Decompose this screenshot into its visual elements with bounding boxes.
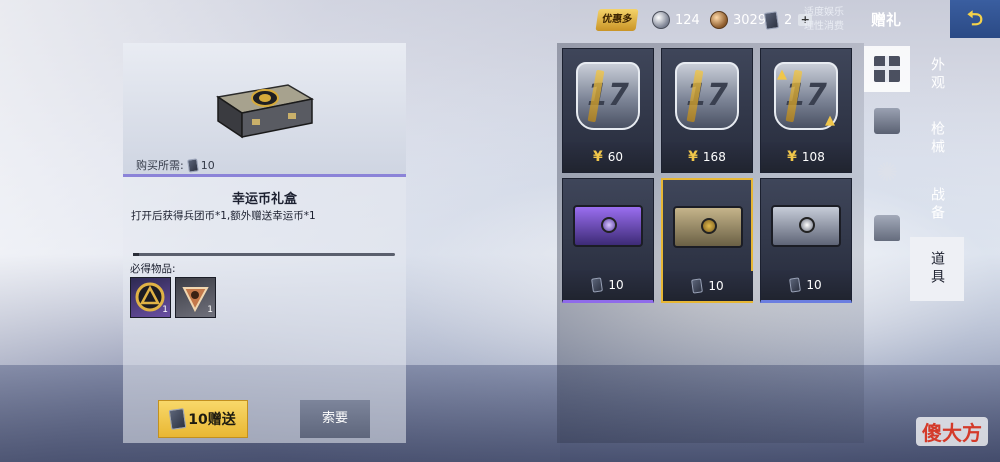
item-price: 10 bbox=[563, 270, 653, 300]
upgrade-arrow-icon: ▲ bbox=[825, 113, 835, 128]
promo-button[interactable]: 优惠多 bbox=[595, 9, 639, 31]
item-price: ¥ 168 bbox=[662, 142, 752, 172]
tab-appearance[interactable]: 外观 bbox=[910, 43, 964, 107]
item-grid: 17 ¥ 60 17 ¥ 168 17 ▲ ▲ ¥ 108 10 10 10 bbox=[557, 43, 864, 443]
health-notice: 适度娱乐 理性消费 bbox=[804, 6, 844, 34]
price-value: 60 bbox=[607, 150, 624, 164]
item-description: 打开后获得兵团币*1,额外赠送幸运币*1 bbox=[131, 210, 316, 222]
divider bbox=[133, 253, 395, 256]
item-thumb bbox=[761, 179, 851, 272]
card-icon bbox=[789, 277, 802, 293]
guaranteed-item-legion-coin[interactable]: 1 bbox=[130, 277, 171, 318]
price-requirement: 购买所需: 10 bbox=[136, 157, 215, 173]
card-icon bbox=[763, 10, 780, 30]
grid-item-2[interactable]: 17 ¥ 168 bbox=[661, 48, 753, 173]
upgrade-arrow-icon: ▲ bbox=[777, 67, 787, 82]
item-count: 1 bbox=[207, 305, 213, 315]
notice-line-2: 理性消费 bbox=[804, 21, 844, 32]
send-gift-button[interactable]: 10赠送 bbox=[158, 400, 248, 438]
request-button[interactable]: 索要 bbox=[300, 400, 370, 438]
watermark: 傻大方 bbox=[916, 417, 988, 446]
grid-item-5-selected[interactable]: 10 bbox=[661, 178, 753, 303]
card-amount: 2 bbox=[784, 12, 793, 28]
gift-icon bbox=[874, 56, 900, 82]
season-badge-icon: 17 bbox=[576, 61, 640, 130]
bronze-currency: 3029 bbox=[710, 9, 766, 31]
back-button[interactable]: ⮌ bbox=[950, 0, 1000, 38]
item-detail-panel: 购买所需: 10 幸运币礼盒 打开后获得兵团币*1,额外赠送幸运币*1 必得物品… bbox=[123, 43, 406, 443]
tab-items[interactable]: 道具 bbox=[910, 237, 964, 301]
item-thumb: 17 bbox=[662, 49, 752, 142]
guaranteed-item-lucky-coin[interactable]: 1 bbox=[175, 277, 216, 318]
notice-line-1: 适度娱乐 bbox=[804, 7, 844, 18]
item-preview: 购买所需: 10 bbox=[123, 43, 406, 177]
price-value: 10 bbox=[708, 279, 724, 293]
tab-firework-icon[interactable]: ✺ bbox=[864, 150, 910, 196]
lucky-coin-chest-icon bbox=[673, 205, 743, 248]
price-value: 10 bbox=[200, 158, 215, 172]
price-label: 购买所需: bbox=[136, 159, 184, 172]
page-title: 赠礼 bbox=[871, 11, 902, 29]
season-badge-icon: 17 bbox=[675, 61, 739, 130]
guaranteed-items-label: 必得物品: bbox=[130, 263, 176, 275]
yen-icon: ¥ bbox=[592, 149, 603, 165]
card-icon bbox=[186, 157, 199, 173]
bag-icon bbox=[874, 215, 900, 241]
item-price: 10 bbox=[663, 271, 753, 301]
item-title: 幸运币礼盒 bbox=[231, 192, 297, 207]
tab-bag-icon[interactable] bbox=[864, 205, 910, 251]
grid-item-4[interactable]: 10 bbox=[562, 178, 654, 303]
tab-weapons[interactable]: 枪械 bbox=[910, 107, 964, 171]
silver-amount: 124 bbox=[675, 12, 700, 28]
silver-coin-icon bbox=[652, 11, 670, 29]
bronze-coin-icon bbox=[710, 11, 728, 29]
item-price: 10 bbox=[761, 270, 851, 300]
item-thumb: 17 bbox=[563, 49, 653, 142]
card-icon bbox=[691, 278, 704, 294]
tab-gift-icon[interactable] bbox=[864, 46, 910, 92]
item-price: ¥ 108 bbox=[761, 142, 851, 172]
tab-equipment[interactable]: 战备 bbox=[910, 173, 964, 237]
silver-chest-icon bbox=[771, 204, 841, 247]
category-icon-tabs: ✺ bbox=[864, 43, 910, 443]
crate-icon bbox=[874, 108, 900, 134]
lucky-coin-giftbox-image bbox=[216, 84, 315, 139]
item-price: ¥ 60 bbox=[563, 142, 653, 172]
yen-icon: ¥ bbox=[787, 149, 797, 165]
grid-item-1[interactable]: 17 ¥ 60 bbox=[562, 48, 654, 173]
category-text-tabs: 外观 枪械 战备 道具 bbox=[910, 43, 964, 443]
price-value: 168 bbox=[702, 150, 726, 164]
firework-icon: ✺ bbox=[876, 158, 898, 188]
item-thumb bbox=[663, 180, 753, 273]
grid-item-6[interactable]: 10 bbox=[760, 178, 852, 303]
item-thumb bbox=[563, 179, 653, 272]
tab-crate-icon[interactable] bbox=[864, 98, 910, 144]
yen-icon: ¥ bbox=[688, 149, 698, 165]
card-icon bbox=[591, 277, 604, 293]
top-bar: 优惠多 124 3029 2 + 适度娱乐 理性消费 赠礼 ⮌ bbox=[580, 0, 1000, 40]
bronze-amount: 3029 bbox=[733, 12, 767, 28]
purple-chest-icon bbox=[573, 204, 643, 247]
price-value: 10 bbox=[608, 278, 624, 292]
price-value: 108 bbox=[801, 150, 825, 164]
send-gift-label: 10赠送 bbox=[188, 412, 236, 428]
item-thumb: 17 ▲ ▲ bbox=[761, 49, 851, 142]
price-value: 10 bbox=[806, 278, 822, 292]
silver-currency: 124 bbox=[652, 9, 700, 31]
grid-item-3[interactable]: 17 ▲ ▲ ¥ 108 bbox=[760, 48, 852, 173]
item-count: 1 bbox=[162, 305, 168, 315]
card-icon bbox=[168, 408, 187, 430]
